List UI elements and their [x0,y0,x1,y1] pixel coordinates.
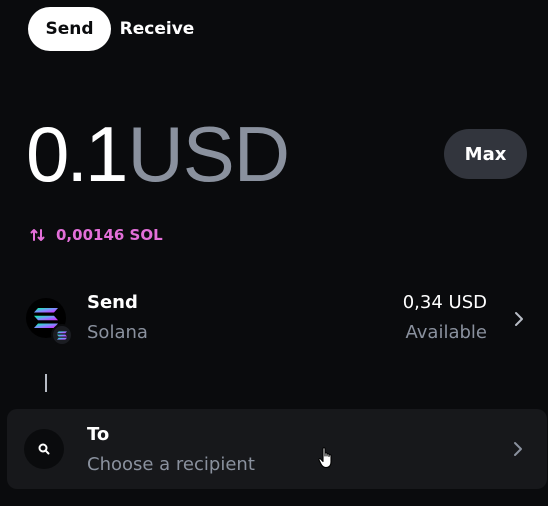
asset-network: Solana [87,322,148,343]
chevron-right-icon [514,442,522,456]
converted-amount: 0,00146 SOL [56,226,163,244]
asset-balance: 0,34 USD [402,292,487,313]
solana-network-badge-icon [51,324,73,346]
recipient-label: To [87,424,110,445]
hand-pointer-cursor-icon [318,447,332,469]
recipient-placeholder[interactable]: Choose a recipient [87,454,255,475]
amount-value[interactable]: 0.1 [26,112,128,196]
amount-currency: USD [127,110,290,198]
recipient-row[interactable]: To Choose a recipient [7,409,547,489]
tab-send[interactable]: Send [28,7,111,51]
amount-display[interactable]: 0.1 USD [26,110,290,198]
connector-line [45,374,47,392]
asset-balance-caption: Available [405,322,487,343]
search-icon [24,429,64,469]
send-receive-tabs: Send Receive [28,7,201,51]
asset-title: Send [87,292,138,313]
max-button[interactable]: Max [444,129,527,179]
currency-toggle[interactable]: 0,00146 SOL [30,226,163,244]
tab-receive[interactable]: Receive [113,7,201,51]
chevron-right-icon [515,312,523,326]
send-asset-row[interactable]: Send Solana 0,34 USD Available [26,286,532,354]
swap-arrows-icon [30,227,46,243]
solana-icon [26,298,73,346]
